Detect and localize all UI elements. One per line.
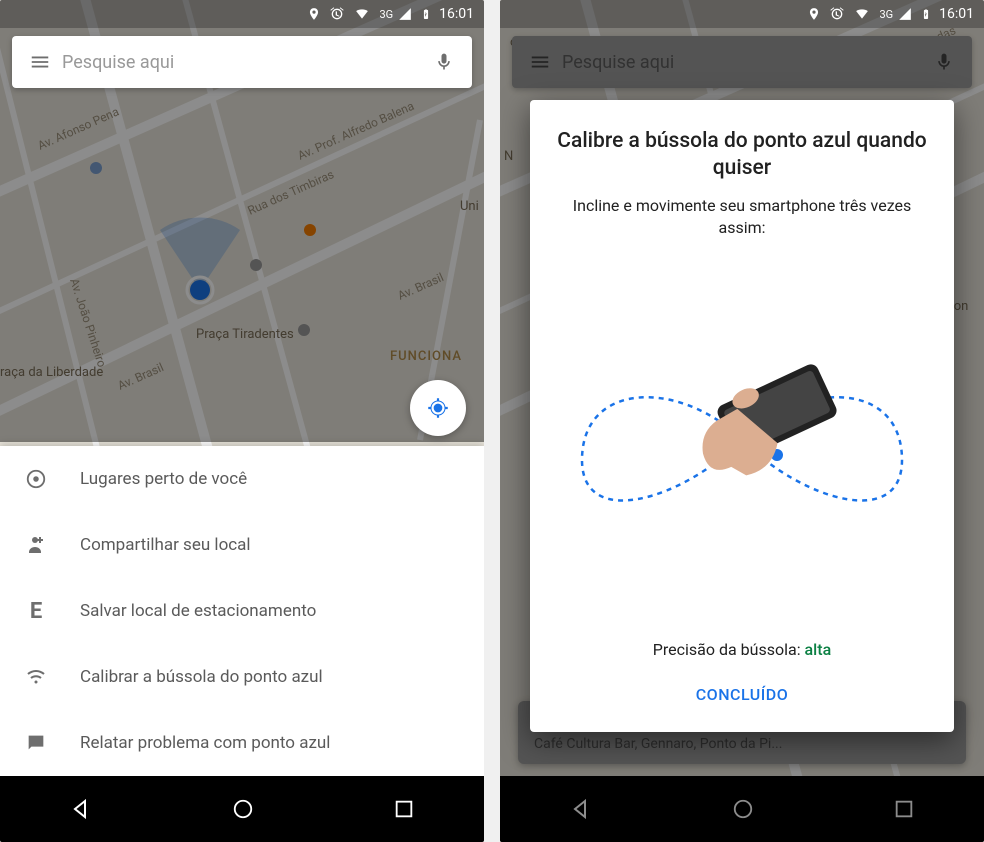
home-button[interactable] xyxy=(232,798,254,820)
search-bar[interactable]: Pesquise aqui xyxy=(12,36,472,88)
network-type: 3G xyxy=(379,8,393,21)
feedback-icon xyxy=(25,732,47,754)
menu-label: Salvar local de estacionamento xyxy=(80,601,316,621)
signal-icon xyxy=(397,7,413,21)
phone-right: o Novo Andradas N Udon 3G 16:01 Pesquise… xyxy=(500,0,984,842)
wifi-icon xyxy=(24,665,48,689)
parking-icon: E xyxy=(30,599,42,624)
phone-left: Av. Afonso Pena Av. João Pinheiro Rua do… xyxy=(0,0,484,842)
status-bar: 3G 16:01 xyxy=(0,0,484,28)
mic-button[interactable] xyxy=(422,52,466,72)
crosshair-icon xyxy=(425,395,451,421)
menu-item-calibrate[interactable]: Calibrar a bússola do ponto azul xyxy=(0,644,484,710)
hamburger-icon xyxy=(29,51,51,73)
menu-label: Lugares perto de você xyxy=(80,469,247,489)
network-type: 3G xyxy=(879,8,893,21)
dialog-subtitle: Incline e movimente seu smartphone três … xyxy=(554,195,930,240)
menu-label: Calibrar a bússola do ponto azul xyxy=(80,667,323,687)
my-location-button[interactable] xyxy=(410,380,466,436)
alarm-icon xyxy=(329,6,345,22)
dialog-title: Calibre a bússola do ponto azul quando q… xyxy=(554,128,930,183)
calibration-illustration xyxy=(554,239,930,640)
target-icon xyxy=(25,468,47,490)
done-button[interactable]: CONCLUÍDO xyxy=(680,675,805,714)
menu-label: Relatar problema com ponto azul xyxy=(80,733,330,753)
accuracy-label: Precisão da bússola: xyxy=(653,640,801,659)
battery-icon xyxy=(921,6,931,22)
share-person-icon xyxy=(24,533,48,557)
blue-dot-menu: Lugares perto de você Compartilhar seu l… xyxy=(0,446,484,776)
menu-item-nearby[interactable]: Lugares perto de você xyxy=(0,446,484,512)
wifi-icon xyxy=(353,7,371,21)
accuracy-status: Precisão da bússola: alta xyxy=(653,640,831,659)
signal-icon xyxy=(897,7,913,21)
location-icon xyxy=(807,7,821,21)
recents-button[interactable] xyxy=(393,798,415,820)
menu-button[interactable] xyxy=(18,51,62,73)
battery-icon xyxy=(421,6,431,22)
menu-item-share[interactable]: Compartilhar seu local xyxy=(0,512,484,578)
menu-label: Compartilhar seu local xyxy=(80,535,251,555)
wifi-icon xyxy=(853,7,871,21)
menu-item-report[interactable]: Relatar problema com ponto azul xyxy=(0,710,484,776)
back-button[interactable] xyxy=(69,797,93,821)
android-nav-bar xyxy=(0,776,484,842)
alarm-icon xyxy=(829,6,845,22)
clock: 16:01 xyxy=(939,6,974,22)
menu-item-save-parking[interactable]: E Salvar local de estacionamento xyxy=(0,578,484,644)
status-bar: 3G 16:01 xyxy=(500,0,984,28)
location-icon xyxy=(307,7,321,21)
search-placeholder: Pesquise aqui xyxy=(62,52,422,73)
clock: 16:01 xyxy=(439,6,474,22)
microphone-icon xyxy=(434,52,454,72)
calibrate-dialog: Calibre a bússola do ponto azul quando q… xyxy=(530,100,954,732)
accuracy-value: alta xyxy=(805,640,832,659)
